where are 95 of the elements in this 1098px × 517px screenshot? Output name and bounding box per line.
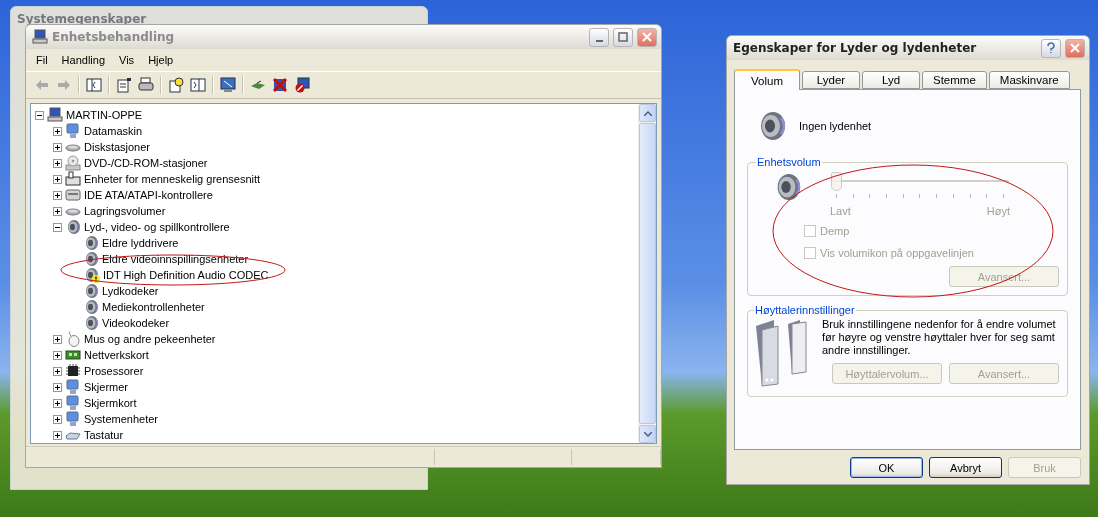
speaker-icon — [83, 235, 99, 251]
maximize-icon — [618, 32, 628, 42]
monitor-icon[interactable] — [220, 77, 236, 93]
tab[interactable]: Lyder — [802, 71, 860, 89]
collapse-toggle[interactable] — [35, 110, 44, 120]
tab[interactable]: Lyd — [862, 71, 920, 89]
expand-toggle[interactable] — [53, 158, 62, 168]
tree-item[interactable]: DVD-/CD-ROM-stasjoner — [84, 157, 208, 169]
menu-item[interactable]: Fil — [30, 53, 54, 67]
controller-icon — [65, 187, 81, 203]
expand-toggle[interactable] — [53, 190, 62, 200]
tree-item[interactable]: Mediekontrollenheter — [102, 301, 205, 313]
tree-item[interactable]: Mus og andre pekeenheter — [84, 333, 216, 345]
maximize-button[interactable] — [613, 27, 633, 47]
expand-toggle[interactable] — [53, 206, 62, 216]
speaker-icon — [83, 315, 99, 331]
group-title: Enhetsvolum — [756, 156, 822, 168]
minimize-icon — [595, 40, 603, 42]
tree-item[interactable]: Lagringsvolumer — [84, 205, 166, 217]
monitor-icon — [65, 411, 81, 427]
dialog-button[interactable]: OK — [850, 457, 923, 478]
close-icon — [1070, 43, 1080, 53]
checkbox-label: Demp — [820, 224, 850, 238]
close-icon — [642, 32, 652, 42]
tree-item[interactable]: MARTIN-OPPE — [66, 109, 143, 121]
x-mark-icon[interactable] — [272, 77, 288, 93]
monitor-icon — [65, 123, 81, 139]
monitor-icon — [65, 395, 81, 411]
device-name: Ingen lydenhet — [799, 119, 872, 133]
expand-toggle[interactable] — [53, 414, 62, 424]
tree-item[interactable]: Skjermer — [84, 381, 128, 393]
warning-icon — [92, 275, 100, 283]
speaker-icon — [83, 283, 99, 299]
expand-toggle[interactable] — [53, 430, 62, 440]
close-button[interactable] — [1065, 38, 1085, 58]
dialog-button[interactable]: Avbryt — [929, 457, 1002, 478]
tree-item[interactable]: Skjermkort — [84, 397, 137, 409]
tree-item[interactable]: Systemenheter — [84, 413, 158, 425]
minimize-button[interactable] — [589, 27, 609, 47]
close-button[interactable] — [637, 27, 657, 47]
tree-item[interactable]: IDT High Definition Audio CODEC — [103, 269, 269, 281]
collapse-toggle[interactable] — [53, 222, 62, 232]
expand-toggle[interactable] — [53, 126, 62, 136]
mouse-icon — [65, 331, 81, 347]
description-text: Bruk innstillingene nedenfor for å endre volumet før høyre og venstre høyttaler hver for seg samt andre innstillinger. — [822, 318, 1057, 357]
window-title: Egenskaper for Lyder og lydenheter — [733, 41, 978, 55]
volume-slider[interactable] — [831, 172, 1009, 194]
tab[interactable]: Volum — [734, 69, 800, 90]
tree-item[interactable]: Datamaskin — [84, 125, 143, 137]
expand-toggle[interactable] — [53, 366, 62, 376]
slider-label: Høyt — [986, 205, 1010, 218]
tree-item[interactable]: Diskstasjoner — [84, 141, 151, 153]
panel-icon[interactable] — [86, 77, 102, 93]
expand-toggle[interactable] — [53, 398, 62, 408]
computer-icon — [32, 29, 48, 45]
panel-icon[interactable] — [190, 77, 206, 93]
tree-item[interactable]: Lyd-, video- og spillkontrollere — [84, 221, 230, 233]
disc-drive-icon — [65, 155, 81, 171]
tree-item[interactable]: Prosessorer — [84, 365, 144, 377]
monitor-icon — [65, 379, 81, 395]
expand-toggle[interactable] — [53, 350, 62, 360]
menu-item[interactable]: Handling — [55, 53, 112, 67]
computer-icon — [47, 107, 63, 123]
window-title: Enhetsbehandling — [52, 30, 176, 44]
speaker-icon — [65, 219, 81, 235]
input-device-icon — [65, 171, 81, 187]
window-title: Systemegenskaper — [17, 12, 148, 26]
group-title: Høyttalerinnstillinger — [754, 304, 856, 316]
printer-icon[interactable] — [138, 77, 154, 93]
tree-item[interactable]: Lydkodeker — [102, 285, 159, 297]
expand-toggle[interactable] — [53, 142, 62, 152]
tree-item[interactable]: Videokodeker — [102, 317, 170, 329]
speaker-icon — [83, 251, 99, 267]
tab[interactable]: Maskinvare — [988, 71, 1070, 89]
expand-toggle[interactable] — [53, 174, 62, 184]
speaker-icon — [83, 299, 99, 315]
slider-label: Lavt — [830, 205, 851, 218]
help-icon[interactable] — [168, 77, 184, 93]
network-card-icon — [65, 347, 81, 363]
help-button[interactable] — [1041, 38, 1061, 58]
tree-item[interactable]: Enheter for menneskelig grensesnitt — [84, 173, 261, 185]
tree-item[interactable]: Tastatur — [84, 429, 124, 441]
question-mark-icon — [1046, 42, 1056, 54]
properties-icon[interactable] — [116, 77, 132, 93]
processor-icon — [65, 363, 81, 379]
expand-toggle[interactable] — [53, 334, 62, 344]
expand-toggle[interactable] — [53, 382, 62, 392]
tree-item[interactable]: IDE ATA/ATAPI-kontrollere — [84, 189, 213, 201]
tab[interactable]: Stemme — [922, 71, 987, 89]
checkbox-label: Vis volumikon på oppgavelinjen — [820, 246, 974, 260]
tree-item[interactable]: Eldre lyddrivere — [102, 237, 179, 249]
menu-item[interactable]: Vis — [113, 53, 141, 67]
menu-item[interactable]: Hjelp — [142, 53, 180, 67]
scrollbar[interactable] — [638, 104, 656, 443]
tree-item[interactable]: Nettverkskort — [84, 349, 149, 361]
